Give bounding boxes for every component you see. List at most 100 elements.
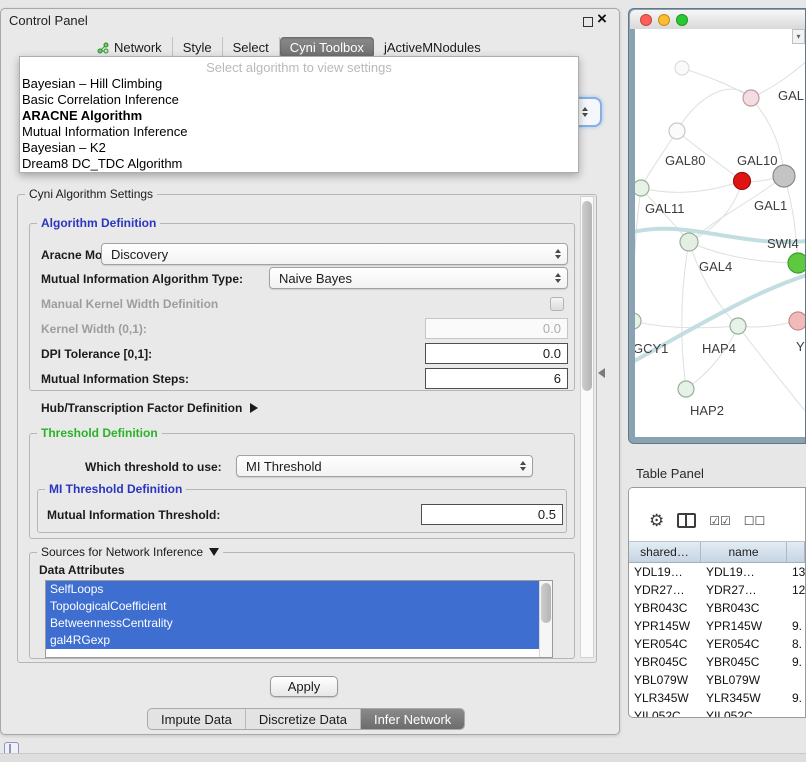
cell: YLR345W xyxy=(629,689,701,707)
field-value: 6 xyxy=(554,371,561,386)
dropdown-option[interactable]: Bayesian – K2 xyxy=(20,140,578,156)
node-gal80[interactable] xyxy=(669,123,685,139)
list-item[interactable]: BetweennessCentrality xyxy=(46,615,539,632)
selected-value: Naive Bayes xyxy=(279,271,352,286)
mi-type-select[interactable]: Naive Bayes xyxy=(269,267,568,289)
table-panel-window: ⚙ ☑☑ ☐☐ shared… name YDL19… YDL19… 13 YD… xyxy=(628,487,806,718)
table-row[interactable]: YBR043C YBR043C xyxy=(629,599,805,617)
tab-select[interactable]: Select xyxy=(223,37,280,58)
column-header[interactable]: shared… xyxy=(629,542,701,562)
cell: YBR043C xyxy=(629,599,701,617)
split-pane-icon[interactable] xyxy=(677,513,696,528)
node-label: HAP2 xyxy=(690,403,724,418)
node-label: GAL xyxy=(778,88,804,103)
dropdown-option[interactable]: Basic Correlation Inference xyxy=(20,92,578,108)
tab-impute-data[interactable]: Impute Data xyxy=(148,709,246,729)
manual-kernel-label: Manual Kernel Width Definition xyxy=(41,297,218,311)
column-header[interactable]: name xyxy=(701,542,787,562)
tab-network[interactable]: Network xyxy=(87,37,173,58)
dropdown-option[interactable]: Bayesian – Hill Climbing xyxy=(20,76,578,92)
float-window-icon[interactable] xyxy=(583,17,593,27)
manual-kernel-checkbox[interactable] xyxy=(550,297,564,311)
node-pink-right[interactable] xyxy=(789,312,805,330)
node-bright-green[interactable] xyxy=(788,253,805,273)
table-row[interactable]: YDR27… YDR27… 12 xyxy=(629,581,805,599)
dropdown-option-selected[interactable]: ARACNE Algorithm xyxy=(20,108,578,124)
tab-discretize-data[interactable]: Discretize Data xyxy=(246,709,361,729)
hub-definition-toggle[interactable]: Hub/Transcription Factor Definition xyxy=(41,401,258,415)
node-gal4[interactable] xyxy=(680,233,698,251)
cell: YLR345W xyxy=(701,689,787,707)
dpi-tolerance-field[interactable]: 0.0 xyxy=(425,343,568,364)
list-item[interactable]: TopologicalCoefficient xyxy=(46,598,539,615)
dropdown-option[interactable]: Mutual Information Inference xyxy=(20,124,578,140)
group-title: Cyni Algorithm Settings xyxy=(25,187,157,201)
cell: YDL19… xyxy=(701,563,787,581)
node-pink-top[interactable] xyxy=(743,90,759,106)
close-light-icon[interactable] xyxy=(640,14,652,26)
algorithm-dropdown-popup: Select algorithm to view settings Bayesi… xyxy=(19,56,579,173)
network-tab-icon xyxy=(97,42,109,54)
field-value: 0.0 xyxy=(543,346,561,361)
node-label: Y xyxy=(796,339,805,354)
node-mid-green[interactable] xyxy=(730,318,746,334)
sources-toggle[interactable]: Sources for Network Inference xyxy=(37,545,223,559)
data-attributes-list: SelfLoops TopologicalCoefficient Between… xyxy=(45,580,553,658)
selected-value: MI Threshold xyxy=(246,459,322,474)
table-row[interactable]: YDL19… YDL19… 13 xyxy=(629,563,805,581)
table-toolbar: ⚙ ☑☑ ☐☐ xyxy=(629,488,805,541)
combo-arrows-icon xyxy=(514,461,532,471)
hub-definition-label: Hub/Transcription Factor Definition xyxy=(41,401,242,415)
group-title: MI Threshold Definition xyxy=(45,482,186,496)
tab-cyni-toolbox[interactable]: Cyni Toolbox xyxy=(280,37,374,58)
scrollbar-thumb[interactable] xyxy=(541,583,551,623)
node-gal11[interactable] xyxy=(635,180,649,196)
table-row[interactable]: YPR145W YPR145W 9. xyxy=(629,617,805,635)
settings-scrollbar[interactable] xyxy=(580,196,594,658)
bottom-tab-bar: Impute Data Discretize Data Infer Networ… xyxy=(147,708,465,730)
apply-button[interactable]: Apply xyxy=(270,676,338,697)
aracne-mode-select[interactable]: Discovery xyxy=(101,243,568,265)
mi-steps-field[interactable]: 6 xyxy=(425,368,568,389)
cell: YDR27… xyxy=(701,581,787,599)
node-red[interactable] xyxy=(734,173,751,190)
zoom-light-icon[interactable] xyxy=(676,14,688,26)
list-scrollbar[interactable] xyxy=(539,581,552,657)
list-item[interactable]: SelfLoops xyxy=(46,581,539,598)
dropdown-option[interactable]: Dream8 DC_TDC Algorithm xyxy=(20,156,578,172)
table-body: YDL19… YDL19… 13 YDR27… YDR27… 12 YBR043… xyxy=(629,563,805,717)
node-gal10-gray[interactable] xyxy=(773,165,795,187)
table-row[interactable]: YIL052C YIL052C xyxy=(629,707,805,718)
gear-icon[interactable]: ⚙ xyxy=(649,511,664,531)
select-columns-icon[interactable]: ☑☑ xyxy=(709,514,731,528)
tab-jactivemnodules[interactable]: jActiveMNodules xyxy=(374,37,491,58)
list-item[interactable]: gal4RGexp xyxy=(46,632,539,649)
deselect-columns-icon[interactable]: ☐☐ xyxy=(744,514,766,528)
tab-infer-network[interactable]: Infer Network xyxy=(361,709,464,729)
scrollbar-thumb[interactable] xyxy=(582,201,592,391)
node-hap2[interactable] xyxy=(678,381,694,397)
tab-style[interactable]: Style xyxy=(173,37,223,58)
cell: 8. xyxy=(787,635,805,653)
table-row[interactable]: YBL079W YBL079W xyxy=(629,671,805,689)
cell: YER054C xyxy=(629,635,701,653)
mi-threshold-field[interactable]: 0.5 xyxy=(421,504,563,525)
which-threshold-select[interactable]: MI Threshold xyxy=(236,455,533,477)
network-canvas[interactable]: GAL GAL80 GAL10 GAL11 GAL1 SWI4 GAL4 GCY… xyxy=(635,29,805,437)
cell xyxy=(787,671,805,689)
table-row[interactable]: YER054C YER054C 8. xyxy=(629,635,805,653)
cell: 12 xyxy=(787,581,805,599)
column-header[interactable] xyxy=(787,542,805,562)
canvas-scrollbar[interactable]: ▾ xyxy=(792,29,805,44)
node-gcy1[interactable] xyxy=(635,313,641,329)
table-row[interactable]: YBR045C YBR045C 9. xyxy=(629,653,805,671)
cell: YBR043C xyxy=(701,599,787,617)
group-title: Threshold Definition xyxy=(37,426,162,440)
node-label: GAL4 xyxy=(699,259,732,274)
minimize-light-icon[interactable] xyxy=(658,14,670,26)
node-faint-top[interactable] xyxy=(675,61,689,75)
node-label: SWI4 xyxy=(767,236,799,251)
panel-splitter-arrow-icon[interactable] xyxy=(598,368,605,378)
table-row[interactable]: YLR345W YLR345W 9. xyxy=(629,689,805,707)
close-icon[interactable]: × xyxy=(597,10,607,28)
